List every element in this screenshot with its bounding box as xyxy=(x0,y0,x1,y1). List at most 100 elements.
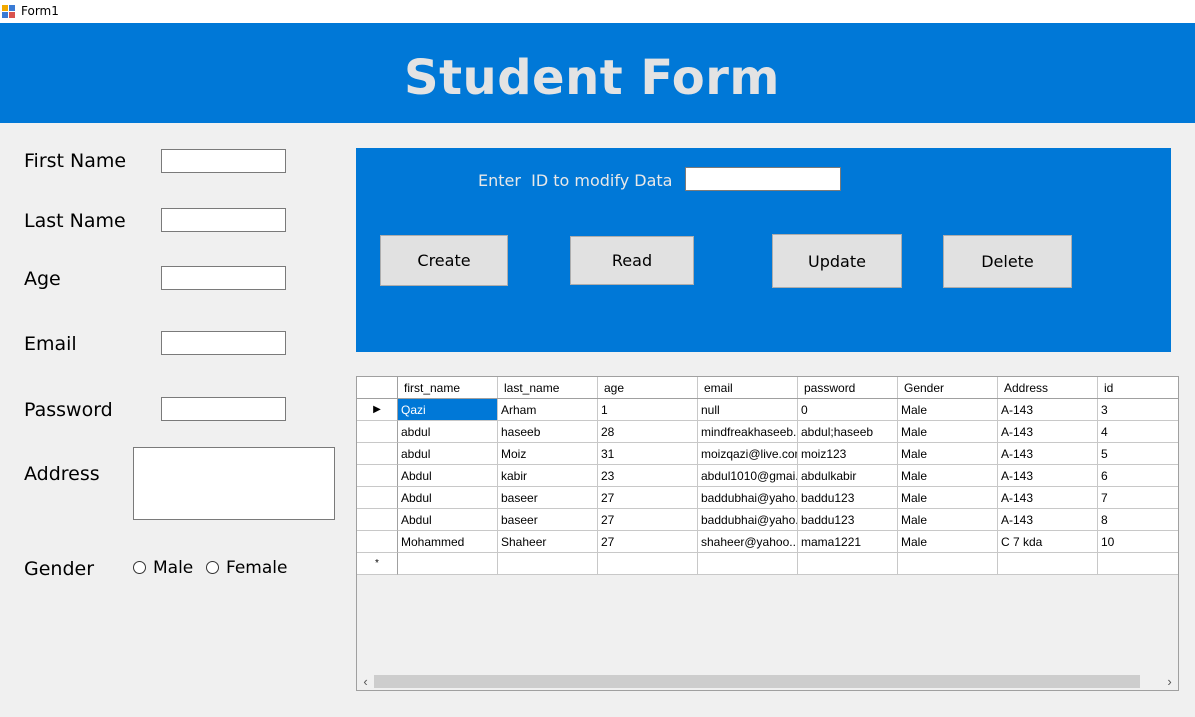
chevron-left-icon[interactable]: ‹ xyxy=(357,673,374,690)
cell-age[interactable]: 23 xyxy=(598,465,698,487)
table-row[interactable]: abdul Moiz 31 moizqazi@live.com moiz123 Male A… xyxy=(357,443,1178,465)
cell-first-name[interactable]: Abdul xyxy=(398,465,498,487)
delete-button[interactable]: Delete xyxy=(943,235,1072,288)
cell-last-name[interactable]: Shaheer xyxy=(498,531,598,553)
cell-id[interactable]: 3 xyxy=(1098,399,1178,421)
cell-email[interactable]: mindfreakhaseeb... xyxy=(698,421,798,443)
cell-gender[interactable] xyxy=(898,553,998,575)
scrollbar-thumb[interactable] xyxy=(374,675,1140,688)
row-header[interactable]: * xyxy=(357,553,398,575)
cell-password[interactable]: 0 xyxy=(798,399,898,421)
table-row[interactable]: Mohammed Shaheer 27 shaheer@yahoo.... mama12… xyxy=(357,531,1178,553)
table-row[interactable]: ▶ Qazi Arham 1 null 0 Male A-143 3 xyxy=(357,399,1178,421)
column-header-last-name[interactable]: last_name xyxy=(498,377,598,398)
cell-first-name[interactable]: Abdul xyxy=(398,487,498,509)
last-name-input[interactable] xyxy=(161,208,286,232)
cell-gender[interactable]: Male xyxy=(898,443,998,465)
horizontal-scrollbar[interactable]: ‹ › xyxy=(357,673,1178,690)
row-header[interactable] xyxy=(357,487,398,509)
cell-address[interactable]: A-143 xyxy=(998,487,1098,509)
column-header-first-name[interactable]: first_name xyxy=(398,377,498,398)
cell-id[interactable]: 8 xyxy=(1098,509,1178,531)
cell-gender[interactable]: Male xyxy=(898,465,998,487)
row-header[interactable] xyxy=(357,531,398,553)
cell-age[interactable]: 28 xyxy=(598,421,698,443)
cell-first-name[interactable]: Qazi xyxy=(398,399,498,421)
cell-last-name[interactable]: kabir xyxy=(498,465,598,487)
cell-id[interactable] xyxy=(1098,553,1178,575)
cell-gender[interactable]: Male xyxy=(898,399,998,421)
cell-id[interactable]: 10 xyxy=(1098,531,1178,553)
cell-password[interactable]: abdulkabir xyxy=(798,465,898,487)
row-header[interactable] xyxy=(357,465,398,487)
cell-password[interactable]: moiz123 xyxy=(798,443,898,465)
column-header-password[interactable]: password xyxy=(798,377,898,398)
cell-first-name[interactable] xyxy=(398,553,498,575)
cell-age[interactable]: 27 xyxy=(598,531,698,553)
gender-female-label[interactable]: Female xyxy=(226,558,287,578)
modify-id-input[interactable] xyxy=(685,167,841,191)
cell-age[interactable]: 27 xyxy=(598,509,698,531)
row-header[interactable]: ▶ xyxy=(357,399,398,421)
cell-last-name[interactable] xyxy=(498,553,598,575)
cell-age[interactable] xyxy=(598,553,698,575)
cell-email[interactable] xyxy=(698,553,798,575)
cell-email[interactable]: null xyxy=(698,399,798,421)
cell-password[interactable]: abdul;haseeb xyxy=(798,421,898,443)
cell-address[interactable]: A-143 xyxy=(998,399,1098,421)
gender-male-radio[interactable] xyxy=(133,561,146,574)
cell-password[interactable]: baddu123 xyxy=(798,487,898,509)
cell-id[interactable]: 6 xyxy=(1098,465,1178,487)
table-row[interactable]: Abdul kabir 23 abdul1010@gmai... abdulkabir M… xyxy=(357,465,1178,487)
cell-address[interactable]: A-143 xyxy=(998,509,1098,531)
cell-last-name[interactable]: baseer xyxy=(498,509,598,531)
cell-first-name[interactable]: Abdul xyxy=(398,509,498,531)
table-row[interactable]: Abdul baseer 27 baddubhai@yaho... baddu123 Ma… xyxy=(357,487,1178,509)
cell-email[interactable]: abdul1010@gmai... xyxy=(698,465,798,487)
cell-last-name[interactable]: baseer xyxy=(498,487,598,509)
cell-age[interactable]: 31 xyxy=(598,443,698,465)
update-button[interactable]: Update xyxy=(772,234,902,288)
cell-age[interactable]: 1 xyxy=(598,399,698,421)
row-header[interactable] xyxy=(357,509,398,531)
cell-first-name[interactable]: Mohammed xyxy=(398,531,498,553)
address-input[interactable] xyxy=(133,447,335,520)
read-button[interactable]: Read xyxy=(570,236,694,285)
email-input[interactable] xyxy=(161,331,286,355)
column-header-email[interactable]: email xyxy=(698,377,798,398)
cell-email[interactable]: shaheer@yahoo.... xyxy=(698,531,798,553)
cell-password[interactable]: baddu123 xyxy=(798,509,898,531)
students-data-grid[interactable]: first_name last_name age email password … xyxy=(356,376,1179,691)
cell-address[interactable]: A-143 xyxy=(998,421,1098,443)
age-input[interactable] xyxy=(161,266,286,290)
cell-gender[interactable]: Male xyxy=(898,421,998,443)
cell-last-name[interactable]: haseeb xyxy=(498,421,598,443)
cell-email[interactable]: moizqazi@live.com xyxy=(698,443,798,465)
cell-id[interactable]: 5 xyxy=(1098,443,1178,465)
cell-address[interactable]: C 7 kda xyxy=(998,531,1098,553)
column-header-address[interactable]: Address xyxy=(998,377,1098,398)
cell-address[interactable]: A-143 xyxy=(998,443,1098,465)
new-row[interactable]: * xyxy=(357,553,1178,575)
cell-id[interactable]: 4 xyxy=(1098,421,1178,443)
table-row[interactable]: Abdul baseer 27 baddubhai@yaho... baddu123 Ma… xyxy=(357,509,1178,531)
cell-first-name[interactable]: abdul xyxy=(398,443,498,465)
cell-email[interactable]: baddubhai@yaho... xyxy=(698,509,798,531)
cell-last-name[interactable]: Moiz xyxy=(498,443,598,465)
cell-address[interactable] xyxy=(998,553,1098,575)
chevron-right-icon[interactable]: › xyxy=(1161,673,1178,690)
first-name-input[interactable] xyxy=(161,149,286,173)
row-header[interactable] xyxy=(357,443,398,465)
cell-gender[interactable]: Male xyxy=(898,487,998,509)
cell-age[interactable]: 27 xyxy=(598,487,698,509)
gender-male-label[interactable]: Male xyxy=(153,558,193,578)
column-header-age[interactable]: age xyxy=(598,377,698,398)
cell-password[interactable]: mama1221 xyxy=(798,531,898,553)
cell-email[interactable]: baddubhai@yaho... xyxy=(698,487,798,509)
cell-gender[interactable]: Male xyxy=(898,531,998,553)
cell-address[interactable]: A-143 xyxy=(998,465,1098,487)
gender-female-radio[interactable] xyxy=(206,561,219,574)
cell-password[interactable] xyxy=(798,553,898,575)
grid-corner-cell[interactable] xyxy=(357,377,398,398)
password-input[interactable] xyxy=(161,397,286,421)
